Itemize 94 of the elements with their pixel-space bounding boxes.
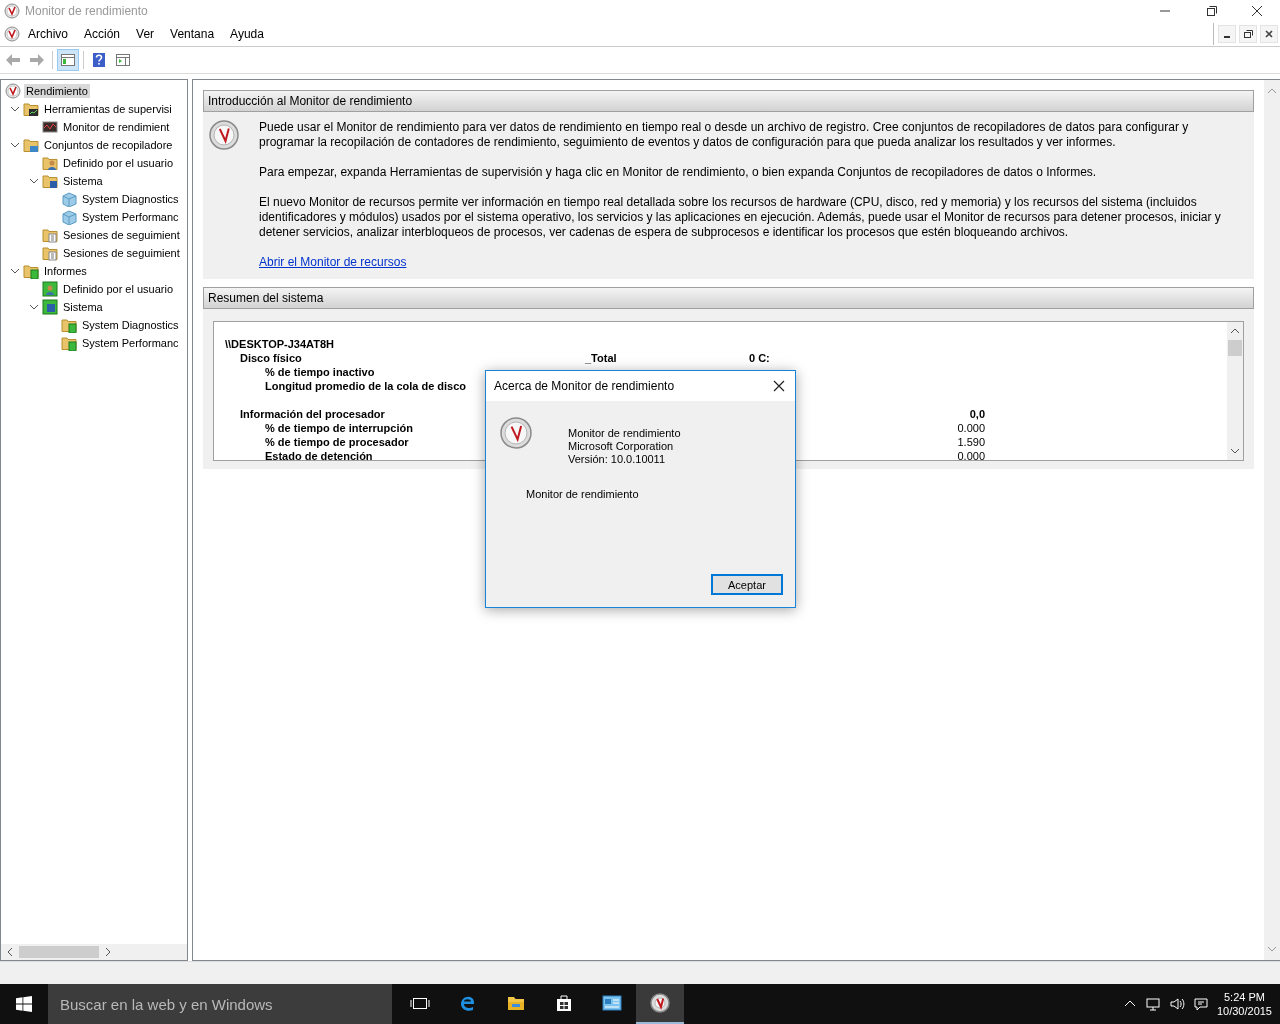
windows-logo-icon [16, 996, 32, 1012]
menu-item[interactable]: Ver [128, 25, 163, 43]
close-icon[interactable] [771, 378, 787, 394]
paragraph: Puede usar el Monitor de rendimiento para ver datos de rendimiento en tiempo real o desde un archivo de registro. Cree conjuntos de recopiladores de datos para configurar y programar la recopilación de contadores de rendimiento, seguimiento de eventos y datos de configuración para que pueda analizar los resultados y ver informes. [259, 120, 1190, 150]
description-text: Monitor de rendimiento [526, 488, 640, 500]
restore-icon[interactable] [1239, 25, 1257, 43]
action-pane-icon [115, 52, 131, 68]
counter-label: % de tiempo de interrupción [264, 422, 413, 436]
tree-item[interactable]: System Performanc [1, 208, 187, 226]
tree-item[interactable]: Sistema [1, 298, 187, 316]
report-icon [61, 317, 77, 333]
section-header: Resumen del sistema [203, 287, 1254, 309]
network-icon[interactable] [1144, 996, 1161, 1012]
info-line: Monitor de rendimiento [568, 427, 681, 440]
control-panel-icon [602, 993, 622, 1013]
counter-value: 0.000 [956, 450, 985, 460]
system-folder-icon [42, 173, 58, 189]
tree-item[interactable]: System Performanc [1, 334, 187, 352]
paragraph: El nuevo Monitor de recursos permite ver información en tiempo real detallada sobre los recursos de hardware (CPU, disco, red y memoria) y los recursos del sistema (incluidos identificadores y módulos) usados por el sistema operativo, los servicios y las aplicaciones en ejecución. Además, puede usar el Monitor de recursos para detener procesos, iniciar y detener servicios, analizar interbloqueos de procesos, ver cadenas de espera de subprocesos e identificar los procesos que estén bloqueando archivos. [259, 195, 1222, 240]
clock-date: 10/30/2015 [1216, 1004, 1272, 1018]
folder-chart-icon [23, 101, 39, 117]
taskbar-app[interactable] [636, 984, 684, 1024]
column-header: _Total [584, 352, 617, 366]
tree-item[interactable]: Definido por el usuario [1, 154, 187, 172]
clock-time: 5:24 PM [1224, 990, 1265, 1004]
tree-item[interactable]: Sesiones de seguimient [1, 244, 187, 262]
scrollbar-thumb[interactable] [19, 946, 99, 958]
counter-value: 0.000 [956, 422, 985, 436]
notification-icon[interactable] [1192, 996, 1209, 1012]
user-folder-icon [42, 155, 58, 171]
tree-item[interactable]: Sistema [1, 172, 187, 190]
close-icon[interactable] [1260, 25, 1278, 43]
host-name: \\DESKTOP-J34AT8H [225, 338, 334, 352]
app-icon[interactable] [4, 26, 20, 42]
console-tree-button[interactable] [57, 49, 79, 71]
tree-item[interactable]: System Diagnostics [1, 316, 187, 334]
window-title: Monitor de rendimiento [25, 4, 149, 18]
counter-value: 1.590 [956, 436, 985, 450]
report-folder-icon [23, 263, 39, 279]
minimize-icon[interactable] [1218, 25, 1236, 43]
user-report-icon [42, 281, 58, 297]
section-header: Introducción al Monitor de rendimiento [203, 90, 1254, 112]
resource-monitor-link[interactable]: Abrir el Monitor de recursos [259, 255, 407, 269]
console-tree-icon [60, 52, 76, 68]
search-field[interactable]: Buscar en la web y en Windows [48, 984, 392, 1024]
gauge-icon [5, 83, 21, 99]
paragraph: Para empezar, expanda Herramientas de supervisión y haga clic en Monitor de rendimiento, o bien expanda Conjuntos de recopiladores de datos o Informes. [259, 165, 1098, 180]
tree-item[interactable]: Rendimiento [1, 82, 187, 100]
volume-icon[interactable] [1168, 996, 1185, 1012]
tree-item[interactable]: Sesiones de seguimient [1, 226, 187, 244]
counter-label: Estado de detención [264, 450, 373, 460]
forward-arrow-icon [29, 52, 45, 68]
column-header: 0,0 [968, 408, 985, 422]
scroll-left-icon[interactable] [5, 945, 15, 959]
menu-item[interactable]: Ventana [162, 25, 223, 43]
gauge-icon [209, 120, 239, 150]
menu-item[interactable]: Ayuda [222, 25, 272, 43]
section-title: Disco físico [239, 352, 302, 366]
tree-item[interactable]: Definido por el usuario [1, 280, 187, 298]
help-icon [91, 52, 107, 68]
folder-icon [23, 137, 39, 153]
chart-icon [42, 119, 58, 135]
back-arrow-icon [5, 52, 21, 68]
system-report-icon [42, 299, 58, 315]
app-icon [4, 3, 20, 19]
tree-item[interactable]: Informes [1, 262, 187, 280]
tree-item[interactable]: Herramientas de supervisi [1, 100, 187, 118]
dialog-title: Acerca de Monitor de rendimiento [494, 379, 675, 393]
ok-button[interactable]: Aceptar [711, 574, 783, 595]
horizontal-scrollbar[interactable] [1, 944, 187, 960]
counter-label: % de tiempo inactivo [264, 366, 375, 380]
report-icon [61, 335, 77, 351]
gauge-icon [650, 993, 670, 1013]
clock[interactable]: 5:24 PM 10/30/2015 [1216, 990, 1272, 1018]
tree-item[interactable]: System Diagnostics [1, 190, 187, 208]
counter-label: Longitud promedio de la cola de disco [264, 380, 467, 394]
cube-icon [61, 209, 77, 225]
info-line: Microsoft Corporation [568, 440, 675, 453]
trace-folder-icon [42, 227, 58, 243]
vertical-scrollbar[interactable] [1227, 322, 1243, 460]
shopping-bag-icon [554, 993, 574, 1013]
gauge-icon [500, 417, 532, 449]
menu-item[interactable]: Archivo [20, 25, 76, 43]
section-title: Información del procesador [239, 408, 385, 422]
menu-item[interactable]: Acción [76, 25, 129, 43]
tree-item[interactable]: Monitor de rendimient [1, 118, 187, 136]
info-line: Versión: 10.0.10011 [568, 453, 667, 466]
trace-folder-icon [42, 245, 58, 261]
cube-icon [61, 191, 77, 207]
column-header: 0 C: [748, 352, 770, 366]
scrollbar-thumb[interactable] [1228, 340, 1242, 356]
scroll-right-icon[interactable] [103, 945, 113, 959]
tree-item[interactable]: Conjuntos de recopiladore [1, 136, 187, 154]
counter-label: % de tiempo de procesador [264, 436, 409, 450]
